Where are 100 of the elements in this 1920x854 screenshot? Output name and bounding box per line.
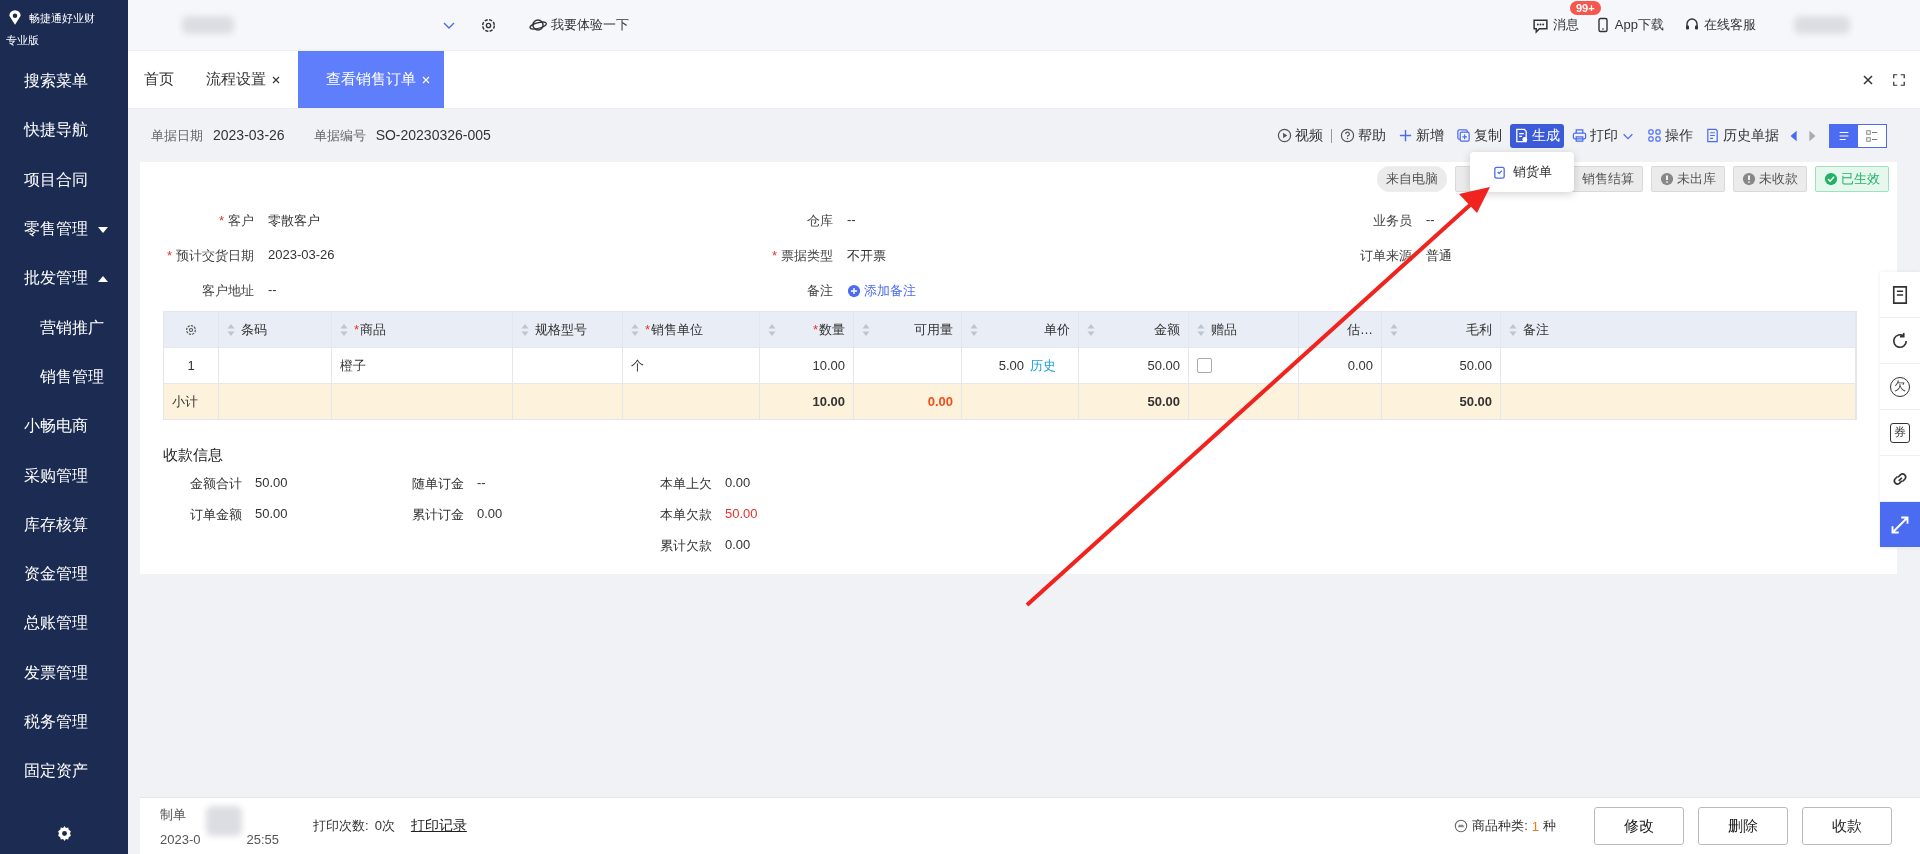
menu-item[interactable]: 税务管理 xyxy=(0,697,128,748)
field-value: -- xyxy=(1426,212,1435,227)
print-log-link[interactable]: 打印记录 xyxy=(410,817,467,835)
detail-view-icon xyxy=(1865,128,1879,143)
blurred-area xyxy=(182,16,234,34)
menu-item[interactable]: 库存核算 xyxy=(0,500,128,550)
menu-item[interactable]: 零售管理 xyxy=(0,204,128,255)
column-header: *商品 xyxy=(354,320,387,339)
try-it-button[interactable]: 我要体验一下 xyxy=(529,16,629,34)
edition-label: 专业版 xyxy=(6,33,40,48)
required-mark: * xyxy=(218,213,224,228)
section-title: 收款信息 xyxy=(163,446,224,465)
alert-icon xyxy=(1742,172,1756,186)
footer-button[interactable]: 修改 xyxy=(1594,807,1684,845)
menu-item[interactable]: 总账管理 xyxy=(0,599,128,649)
menu-item[interactable]: 固定资产 xyxy=(0,747,128,797)
field-value: 50.00 xyxy=(255,475,289,492)
table-cell: 50.00 xyxy=(1147,358,1180,373)
creator-label: 制单 xyxy=(160,805,187,824)
field-value: 50.00 xyxy=(725,506,759,523)
subtotal-label: 小计 xyxy=(172,392,198,411)
side-tool-button[interactable]: 券 xyxy=(1880,410,1920,456)
created-time: 25:55 xyxy=(246,831,280,847)
table-cell: 1 xyxy=(187,358,195,373)
fullscreen-icon[interactable] xyxy=(1892,72,1906,87)
table-cell: 5.00 xyxy=(998,358,1024,373)
play-icon xyxy=(1277,128,1292,143)
blurred-area xyxy=(1794,16,1850,34)
settings-icon[interactable] xyxy=(55,825,73,842)
planet-icon xyxy=(529,16,547,34)
column-header: 单价 xyxy=(1044,320,1070,339)
menu-item[interactable]: 销货单 xyxy=(1492,163,1552,181)
status-tag: 未出库 xyxy=(1651,166,1725,192)
field-label: 客户地址 xyxy=(202,283,254,298)
field-label: 随单订金 xyxy=(412,475,464,493)
column-header: 规格型号 xyxy=(535,320,587,339)
menu-item[interactable]: 批发管理 xyxy=(0,254,128,304)
field-label: 本单上欠 xyxy=(660,475,712,493)
required-mark: * xyxy=(166,248,172,263)
menu-item[interactable]: 营销推广 xyxy=(0,303,128,353)
tab[interactable]: 查看销售订单 xyxy=(298,51,444,108)
toolbar-button[interactable]: 历史单据 xyxy=(1701,123,1783,148)
field-value: 1 xyxy=(1531,818,1539,834)
column-header: 估… xyxy=(1347,320,1373,339)
tab[interactable]: 流程设置 xyxy=(190,51,298,108)
field-label: 商品种类: xyxy=(1472,817,1528,835)
column-header: 毛利 xyxy=(1466,320,1492,339)
required-mark: * xyxy=(771,248,777,263)
toolbar-button[interactable]: 生成 xyxy=(1510,123,1564,148)
menu-item[interactable]: 小畅电商 xyxy=(0,402,128,452)
toolbar-button[interactable]: 打印 xyxy=(1568,123,1639,148)
column-header: *数量 xyxy=(812,320,845,339)
field-value: -- xyxy=(477,475,487,492)
settings-icon[interactable] xyxy=(480,16,497,34)
view-toggle-button[interactable] xyxy=(1858,124,1886,147)
toolbar-button[interactable]: 复制 xyxy=(1452,123,1506,148)
help-icon xyxy=(1340,128,1355,143)
field-value: 0.00 xyxy=(725,537,752,554)
footer-button[interactable]: 删除 xyxy=(1698,807,1788,845)
menu-item[interactable]: 项目合同 xyxy=(0,155,128,205)
created-time: 2023-0 xyxy=(160,831,201,847)
menu-item[interactable]: 资金管理 xyxy=(0,549,128,600)
field-label: 累计订金 xyxy=(412,506,464,524)
column-header: 条码 xyxy=(241,320,267,339)
plus-icon xyxy=(1398,128,1413,143)
field-label: 备注 xyxy=(807,283,833,298)
view-toggle-button[interactable] xyxy=(1830,124,1858,147)
side-tool-button[interactable]: 欠 xyxy=(1880,364,1920,410)
tab[interactable]: 首页 xyxy=(128,51,190,108)
menu-item[interactable]: 搜索菜单 xyxy=(0,57,128,107)
messages-button[interactable]: 消息 xyxy=(1531,16,1579,34)
field-label: 累计欠款 xyxy=(660,537,712,555)
support-button[interactable]: 在线客服 xyxy=(1684,16,1756,34)
subtotal-value: 10.00 xyxy=(812,394,845,409)
printer-icon xyxy=(1572,128,1587,143)
menu-item[interactable]: 发票管理 xyxy=(0,648,128,698)
footer-button[interactable]: 收款 xyxy=(1802,807,1892,845)
menu-item[interactable]: 采购管理 xyxy=(0,451,128,501)
column-header: 可用量 xyxy=(914,320,953,339)
add-note-link[interactable]: 添加备注 xyxy=(847,282,916,300)
menu-item[interactable]: 快捷导航 xyxy=(0,106,128,156)
toolbar-button[interactable]: 帮助 xyxy=(1336,123,1390,148)
document-list-icon xyxy=(1705,128,1720,143)
table-cell: 个 xyxy=(631,356,644,375)
toolbar-button[interactable]: 视频 xyxy=(1273,123,1327,148)
expand-icon xyxy=(1890,514,1910,535)
field-label: 业务员 xyxy=(1373,213,1412,228)
plus-circle-icon xyxy=(847,284,861,298)
copy-icon xyxy=(1456,128,1471,143)
field-value: 50.00 xyxy=(255,506,289,523)
field-value: 0.00 xyxy=(725,475,752,492)
toolbar-button[interactable]: 操作 xyxy=(1643,123,1697,148)
menu-item[interactable]: 销售管理 xyxy=(0,352,128,403)
toolbar-button[interactable]: 新增 xyxy=(1394,123,1448,148)
field-value: -- xyxy=(268,282,277,297)
notification-badge: 99+ xyxy=(1570,1,1601,15)
gift-checkbox[interactable] xyxy=(1197,358,1212,373)
app-download-button[interactable]: App下载 xyxy=(1594,16,1664,34)
field-value: 不开票 xyxy=(847,248,886,263)
refresh-icon xyxy=(1890,330,1910,351)
